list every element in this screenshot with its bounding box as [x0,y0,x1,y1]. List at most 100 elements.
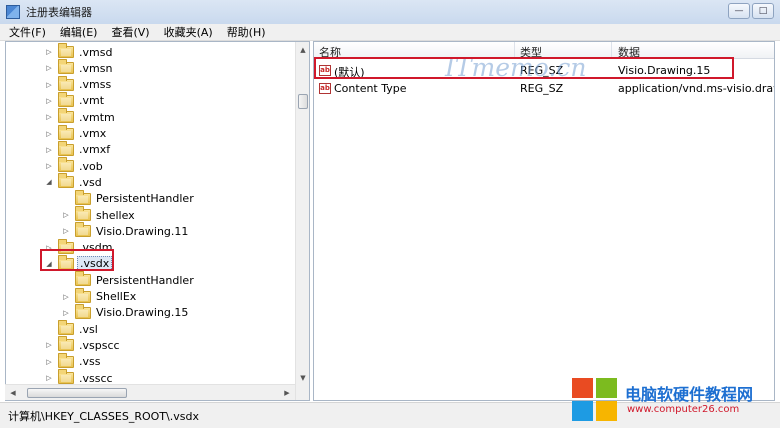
folder-icon [58,352,74,368]
expand-arrow-icon[interactable]: ▷ [44,48,54,56]
tree-scroll-thumb[interactable] [298,94,308,109]
tree-node[interactable]: ▷ .vmt [44,91,106,109]
folder-icon [58,75,74,91]
tree-node[interactable]: ▷ Visio.Drawing.15 [61,303,190,321]
windows-logo-icon [572,378,618,422]
tree-horizontal-scrollbar[interactable]: ◀ ▶ [5,384,295,400]
window-controls: — □ [728,3,774,19]
tree-node[interactable]: ▷ .vmsn [44,59,114,76]
folder-icon [58,91,74,107]
menu-file[interactable]: 文件(F) [0,24,51,40]
tree-node[interactable]: ▷ .vmxf [44,140,112,158]
tree-node[interactable]: ▷ Visio.Drawing.11 [61,222,190,239]
tree-node[interactable]: .vsl [44,320,100,337]
tree-node-label: Visio.Drawing.11 [96,224,189,238]
expand-arrow-icon[interactable]: ▷ [61,227,71,235]
key-tree-pane[interactable]: ▷ .vmsd ▷ .vmsn ▷ .vmss ▷ .vmt ▷ .vmtm ▷ .vmx ▷ .vmxf… [5,41,310,401]
logo-blue-tile [572,401,593,421]
tree-node-label: .vmtm [79,110,115,124]
tree-hscroll-thumb[interactable] [27,388,127,398]
folder-icon [75,206,91,221]
tree-node[interactable]: ▷ shellex [61,206,137,223]
tree-node[interactable]: ▷ .vmx [44,124,108,142]
title-bar: 注册表编辑器 — □ [0,0,780,24]
tree-node-label: ShellEx [96,290,137,303]
menu-help[interactable]: 帮助(H) [218,24,271,40]
tree-node-label: PersistentHandler [96,192,194,206]
expand-arrow-icon[interactable]: ▷ [44,374,54,382]
tree-node-label: .vmxf [79,143,111,157]
logo-green-tile [596,378,617,398]
expand-arrow-icon[interactable]: ▷ [44,162,54,170]
tree-node[interactable]: PersistentHandler [61,271,196,288]
expand-arrow-icon[interactable]: ▷ [44,146,54,154]
tree-node[interactable]: ▷ .vmtm [44,108,117,125]
scroll-left-arrow-icon[interactable]: ◀ [7,387,19,399]
expand-arrow-icon[interactable]: ▷ [44,97,54,105]
maximize-button[interactable]: □ [752,3,774,19]
menu-view[interactable]: 查看(V) [102,24,154,40]
folder-icon [75,189,91,205]
window-title: 注册表编辑器 [26,6,92,19]
tree-node[interactable]: PersistentHandler [61,189,196,207]
tree-node-label: .vsd [79,175,102,189]
tree-node-label: .vmsn [79,61,113,75]
folder-icon [58,173,74,189]
registry-editor-icon [6,5,20,19]
expand-arrow-icon[interactable]: ▷ [61,211,71,219]
minimize-button[interactable]: — [728,3,750,19]
folder-icon [75,303,91,319]
expand-arrow-icon[interactable]: ▷ [44,358,54,366]
tree-node-label: .vmss [79,78,112,92]
brand-url: www.computer26.com [627,404,740,415]
tree-node[interactable]: ▷ .vspscc [44,336,122,353]
expand-arrow-icon[interactable]: ▷ [61,309,71,317]
tree-node-label: .vsl [79,322,98,336]
tree-node-label: shellex [96,208,135,222]
tree-node[interactable]: ▷ .vmsd [44,43,114,60]
scroll-down-arrow-icon[interactable]: ▼ [297,372,309,385]
tree-node-label: .vsscc [79,371,113,385]
expand-arrow-icon[interactable]: ▷ [44,64,54,72]
value-row-content-type[interactable]: ab Content Type REG_SZ application/vnd.m… [314,80,774,97]
expand-arrow-icon[interactable]: ▷ [44,341,54,349]
tree-node[interactable]: ▷ .vob [44,157,105,174]
expand-arrow-icon[interactable]: ▷ [44,81,54,89]
folder-icon [58,108,74,124]
menu-favorites[interactable]: 收藏夹(A) [155,24,218,40]
tree-node-label: .vspscc [79,338,120,352]
tree-node-label: .vob [79,159,103,173]
tree-vertical-scrollbar[interactable]: ▲ ▼ [295,42,309,400]
expand-arrow-icon[interactable]: ▷ [61,293,71,301]
tree-node-label: PersistentHandler [96,273,194,287]
scroll-right-arrow-icon[interactable]: ▶ [281,387,293,399]
tree-node[interactable]: ▷ ShellEx [61,287,138,305]
folder-icon [75,222,91,238]
values-list-pane[interactable]: 名称 类型 数据 ab (默认) REG_SZ Visio.Drawing.15… [313,41,775,401]
folder-icon [58,59,74,75]
value-data: application/vnd.ms-visio.drawing [618,82,774,95]
tree-node-label: .vmx [79,127,107,140]
folder-icon [58,320,74,336]
folder-icon [58,124,74,140]
expand-arrow-icon[interactable]: ▷ [44,113,54,121]
tree-node[interactable]: ▷ .vmss [44,75,113,93]
tree-node-label: Visio.Drawing.15 [96,306,189,320]
value-name: Content Type [334,82,407,95]
status-path: 计算机\HKEY_CLASSES_ROOT\.vsdx [8,410,199,423]
value-type: REG_SZ [520,82,564,95]
tree-node[interactable]: ◢ .vsd [44,173,104,190]
menu-bar: 文件(F) 编辑(E) 查看(V) 收藏夹(A) 帮助(H) [0,24,780,41]
expand-arrow-icon[interactable]: ▷ [44,130,54,138]
folder-icon [58,157,74,173]
scroll-up-arrow-icon[interactable]: ▲ [297,44,309,57]
folder-icon [58,43,74,58]
tree-node-label: .vmsd [79,45,113,59]
folder-icon [75,287,91,303]
menu-edit[interactable]: 编辑(E) [51,24,103,40]
logo-yellow-tile [596,401,617,421]
tree-node-label: .vss [79,355,101,369]
tree-node[interactable]: ▷ .vss [44,352,102,370]
collapse-arrow-icon[interactable]: ◢ [44,178,54,186]
string-value-icon: ab [319,83,331,94]
